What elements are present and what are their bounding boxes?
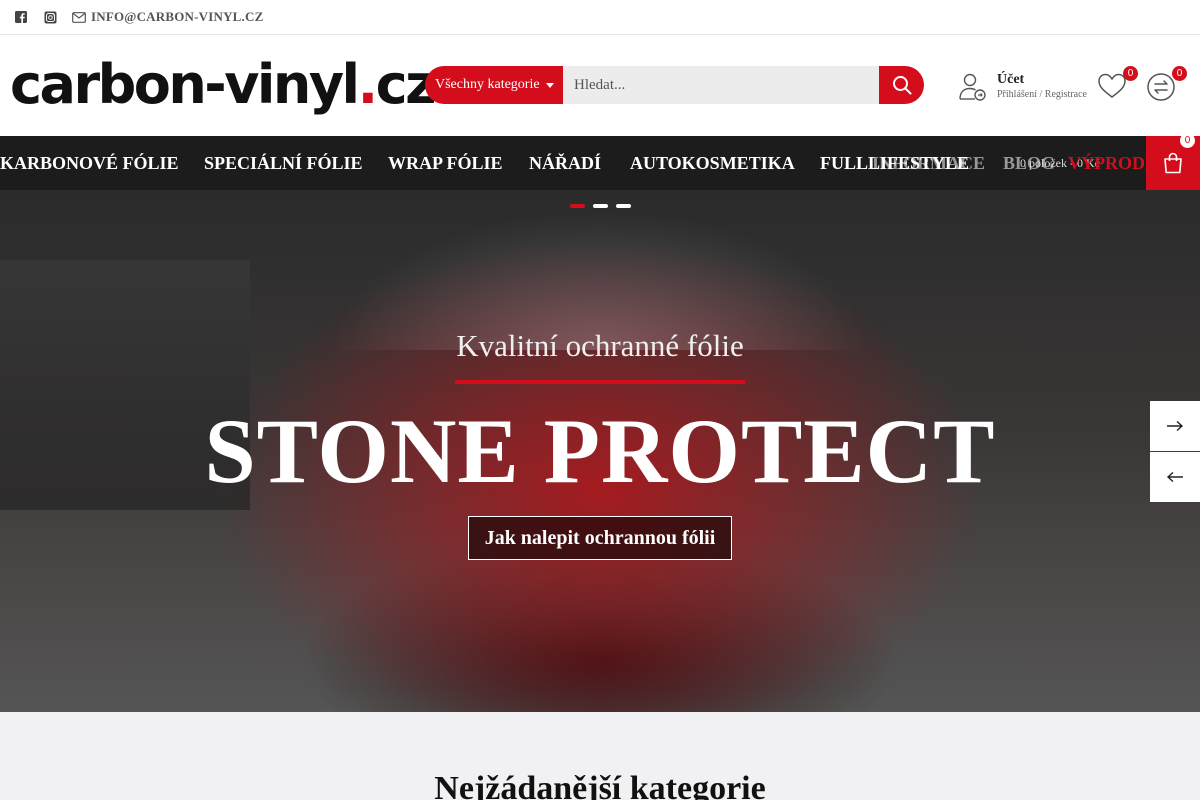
wishlist-count: 0: [1123, 66, 1138, 81]
hero-subtitle: Kvalitní ochranné fólie: [456, 328, 744, 363]
search-icon: [892, 76, 911, 95]
hero-title: STONE PROTECT: [204, 400, 996, 502]
slider-dot[interactable]: [616, 204, 631, 208]
mail-icon: [72, 11, 86, 23]
section-heading: Nejžádanější kategorie: [434, 770, 766, 800]
hero-slider: Kvalitní ochranné fólie STONE PROTECT Ja…: [0, 190, 1200, 712]
caret-down-icon: [545, 82, 554, 88]
category-select[interactable]: Všechny kategorie: [425, 66, 563, 104]
nav-item-info[interactable]: INFORMACE: [872, 136, 985, 190]
nav-item-tools[interactable]: NÁŘADÍ: [529, 136, 601, 190]
hero-divider: [455, 380, 745, 384]
search-input[interactable]: [563, 66, 879, 104]
instagram-icon[interactable]: [43, 10, 57, 24]
arrow-left-icon: [1166, 471, 1183, 483]
cart-button[interactable]: 0: [1146, 136, 1200, 190]
slider-dot[interactable]: [593, 204, 608, 208]
hero-cta-button[interactable]: Jak nalepit ochrannou fólii: [468, 516, 732, 560]
shopping-bag-icon: [1164, 152, 1182, 174]
categories-section: Nejžádanější kategorie: [0, 712, 1200, 800]
search-bar: Všechny kategorie: [425, 66, 924, 104]
compare-count: 0: [1172, 66, 1187, 81]
nav-item-cosmetics[interactable]: AUTOKOSMETIKA: [630, 136, 795, 190]
nav-item-special[interactable]: SPECIÁLNÍ FÓLIE: [204, 136, 363, 190]
nav-item-wrap[interactable]: WRAP FÓLIE: [388, 136, 503, 190]
facebook-icon[interactable]: [14, 10, 28, 24]
account-subtitle: Přihlášení / Registrace: [997, 89, 1087, 100]
logo-text: carbon-vinyl: [10, 53, 360, 116]
email-link[interactable]: INFO@CARBON-VINYL.CZ: [72, 9, 263, 25]
account-title: Účet: [997, 72, 1025, 87]
header: carbon-vinyl.cz Všechny kategorie Účet P…: [0, 35, 1200, 136]
slider-dot[interactable]: [570, 204, 585, 208]
compare-button[interactable]: 0: [1146, 66, 1187, 107]
cart-count: 0: [1180, 136, 1195, 148]
slider-dots: [570, 204, 631, 208]
arrow-right-icon: [1167, 420, 1184, 432]
wishlist-button[interactable]: 0: [1097, 66, 1138, 105]
slider-prev-button[interactable]: [1150, 452, 1200, 502]
category-label: Všechny kategorie: [435, 77, 540, 92]
account-link[interactable]: Účet Přihlášení / Registrace: [958, 71, 1087, 102]
top-bar: INFO@CARBON-VINYL.CZ: [0, 0, 1200, 35]
user-icon: [959, 73, 986, 101]
nav-item-carbon[interactable]: KARBONOVÉ FÓLIE: [0, 136, 179, 190]
main-nav: KARBONOVÉ FÓLIE SPECIÁLNÍ FÓLIE WRAP FÓL…: [0, 136, 1200, 190]
email-text: INFO@CARBON-VINYL.CZ: [91, 9, 264, 24]
site-logo[interactable]: carbon-vinyl.cz: [10, 53, 437, 116]
slider-next-button[interactable]: [1150, 401, 1200, 451]
search-button[interactable]: [879, 66, 924, 104]
logo-dot: .: [357, 53, 379, 116]
compare-icon: [1147, 73, 1175, 101]
